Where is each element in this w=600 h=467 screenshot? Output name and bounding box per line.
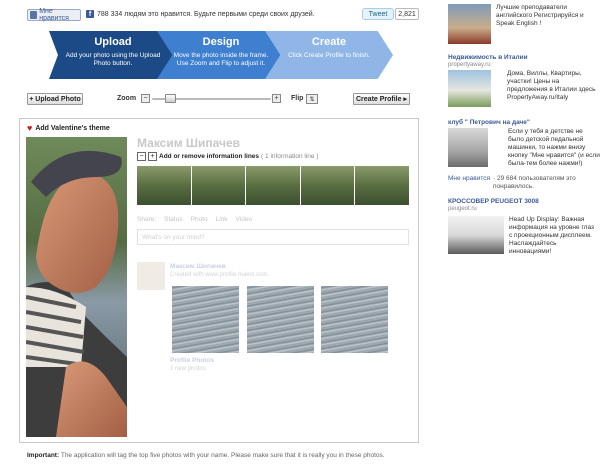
share-status: Status [164, 216, 183, 223]
ad-text[interactable]: Если у тебя в детстве не было детской пе… [508, 128, 600, 168]
step-design: Design Move the photo inside the frame. … [157, 31, 285, 79]
info-lines-count: ( 1 information line ) [261, 153, 319, 160]
ad-like-row: Мне нравится · 29 684 пользователям это … [448, 175, 600, 191]
zoom-label: Zoom [117, 95, 137, 102]
profile-name: Максим Шипачев [137, 136, 241, 150]
post-photo [172, 286, 239, 353]
facebook-like-text: 788 334 людям это нравится. Будьте первы… [97, 10, 315, 18]
zoom-in-button[interactable]: + [272, 94, 281, 103]
strip-photo [246, 166, 300, 205]
tweet-label: Tweet [368, 10, 388, 18]
strip-photo [300, 166, 355, 205]
remove-line-button[interactable]: − [137, 152, 146, 161]
like-label: Мне нравится [39, 8, 69, 22]
ad-like-button[interactable]: Мне нравится [448, 175, 490, 183]
post-subtitle: Created with www.profile-maker.com. [170, 272, 270, 278]
step-title: Create [311, 36, 347, 48]
tweet-count: 2,821 [395, 8, 419, 20]
ad-text[interactable]: Лучшие преподаватели английского Регистр… [496, 4, 596, 28]
ad-image[interactable] [448, 4, 491, 44]
create-profile-button[interactable]: Create Profile ▸ [353, 93, 410, 105]
profile-photo[interactable] [26, 137, 127, 437]
step-desc: Add your photo using the Upload Photo bu… [65, 52, 161, 67]
ad-like-text: · 29 684 пользователям это понравилось. [493, 175, 576, 190]
step-desc: Click Create Profile to finish. [288, 52, 370, 59]
post-author: Максим Шипачев [170, 263, 226, 270]
avatar [137, 262, 165, 290]
info-lines-action[interactable]: Add or remove information lines [159, 153, 259, 160]
step-title: Upload [94, 36, 132, 48]
strip-photo [355, 166, 409, 205]
share-link: Link [215, 216, 228, 223]
valentine-label: Add Valentine's theme [35, 124, 110, 132]
step-title: Design [202, 36, 240, 48]
ad-text[interactable]: Head Up Display: Важная информация на ур… [509, 216, 599, 256]
ad-title[interactable]: КРОССОВЕР PEUGEOT 3008 [448, 198, 539, 205]
valentine-theme-toggle[interactable]: ♥ Add Valentine's theme [27, 123, 110, 133]
step-upload: Upload Add your photo using the Upload P… [49, 31, 177, 79]
thumbs-up-icon [30, 11, 38, 19]
info-lines-control: − + Add or remove information lines ( 1 … [137, 152, 319, 161]
ad-domain: propertyaway.ru [448, 62, 491, 68]
zoom-slider-handle[interactable] [164, 94, 176, 103]
share-photo: Photo [190, 216, 208, 223]
photo-strip [137, 166, 409, 205]
status-input: What's on your mind? [137, 229, 409, 245]
facebook-like-button[interactable]: Мне нравится [27, 8, 81, 22]
share-label: Share: [137, 216, 157, 223]
ad-title[interactable]: Недвижимость в Италии [448, 54, 528, 61]
important-label: Important: [27, 452, 60, 459]
profile-photos-count: 3 new photos [170, 366, 206, 372]
tweet-button[interactable]: Tweet [362, 8, 394, 20]
ad-image[interactable] [448, 216, 504, 254]
profile-photo-image [26, 137, 127, 437]
strip-photo [137, 166, 191, 205]
ad-image[interactable] [448, 128, 488, 167]
ad-image[interactable] [448, 70, 491, 107]
ad-domain: peugeot.ru [448, 206, 477, 212]
facebook-like-count: f 788 334 людям это нравится. Будьте пер… [86, 10, 315, 18]
strip-photo [191, 166, 246, 205]
important-text: The application will tag the top five ph… [60, 452, 385, 459]
share-video: Video [235, 216, 253, 223]
step-create: Create Click Create Profile to finish. [265, 31, 393, 79]
post-photo [247, 286, 314, 353]
zoom-out-button[interactable]: − [141, 94, 150, 103]
flip-button[interactable]: ⇅ [306, 94, 318, 104]
flip-label: Flip [291, 95, 304, 102]
step-desc: Move the photo inside the frame. Use Zoo… [173, 52, 269, 67]
share-bar: Share: Status Photo Link Video [137, 216, 252, 223]
add-line-button[interactable]: + [148, 152, 157, 161]
post-photo [321, 286, 388, 353]
heart-icon: ♥ [27, 123, 33, 133]
upload-photo-button[interactable]: + Upload Photo [27, 93, 83, 105]
ad-title[interactable]: клуб " Петрович на даче" [448, 119, 530, 126]
ad-text[interactable]: Дома, Виллы, Квартиры, участки! Цены на … [507, 70, 599, 102]
important-note: Important: The application will tag the … [27, 452, 385, 459]
profile-photos-label: Profile Photos [170, 357, 215, 364]
facebook-icon: f [86, 10, 94, 18]
flip-icon: ⇅ [309, 96, 315, 103]
